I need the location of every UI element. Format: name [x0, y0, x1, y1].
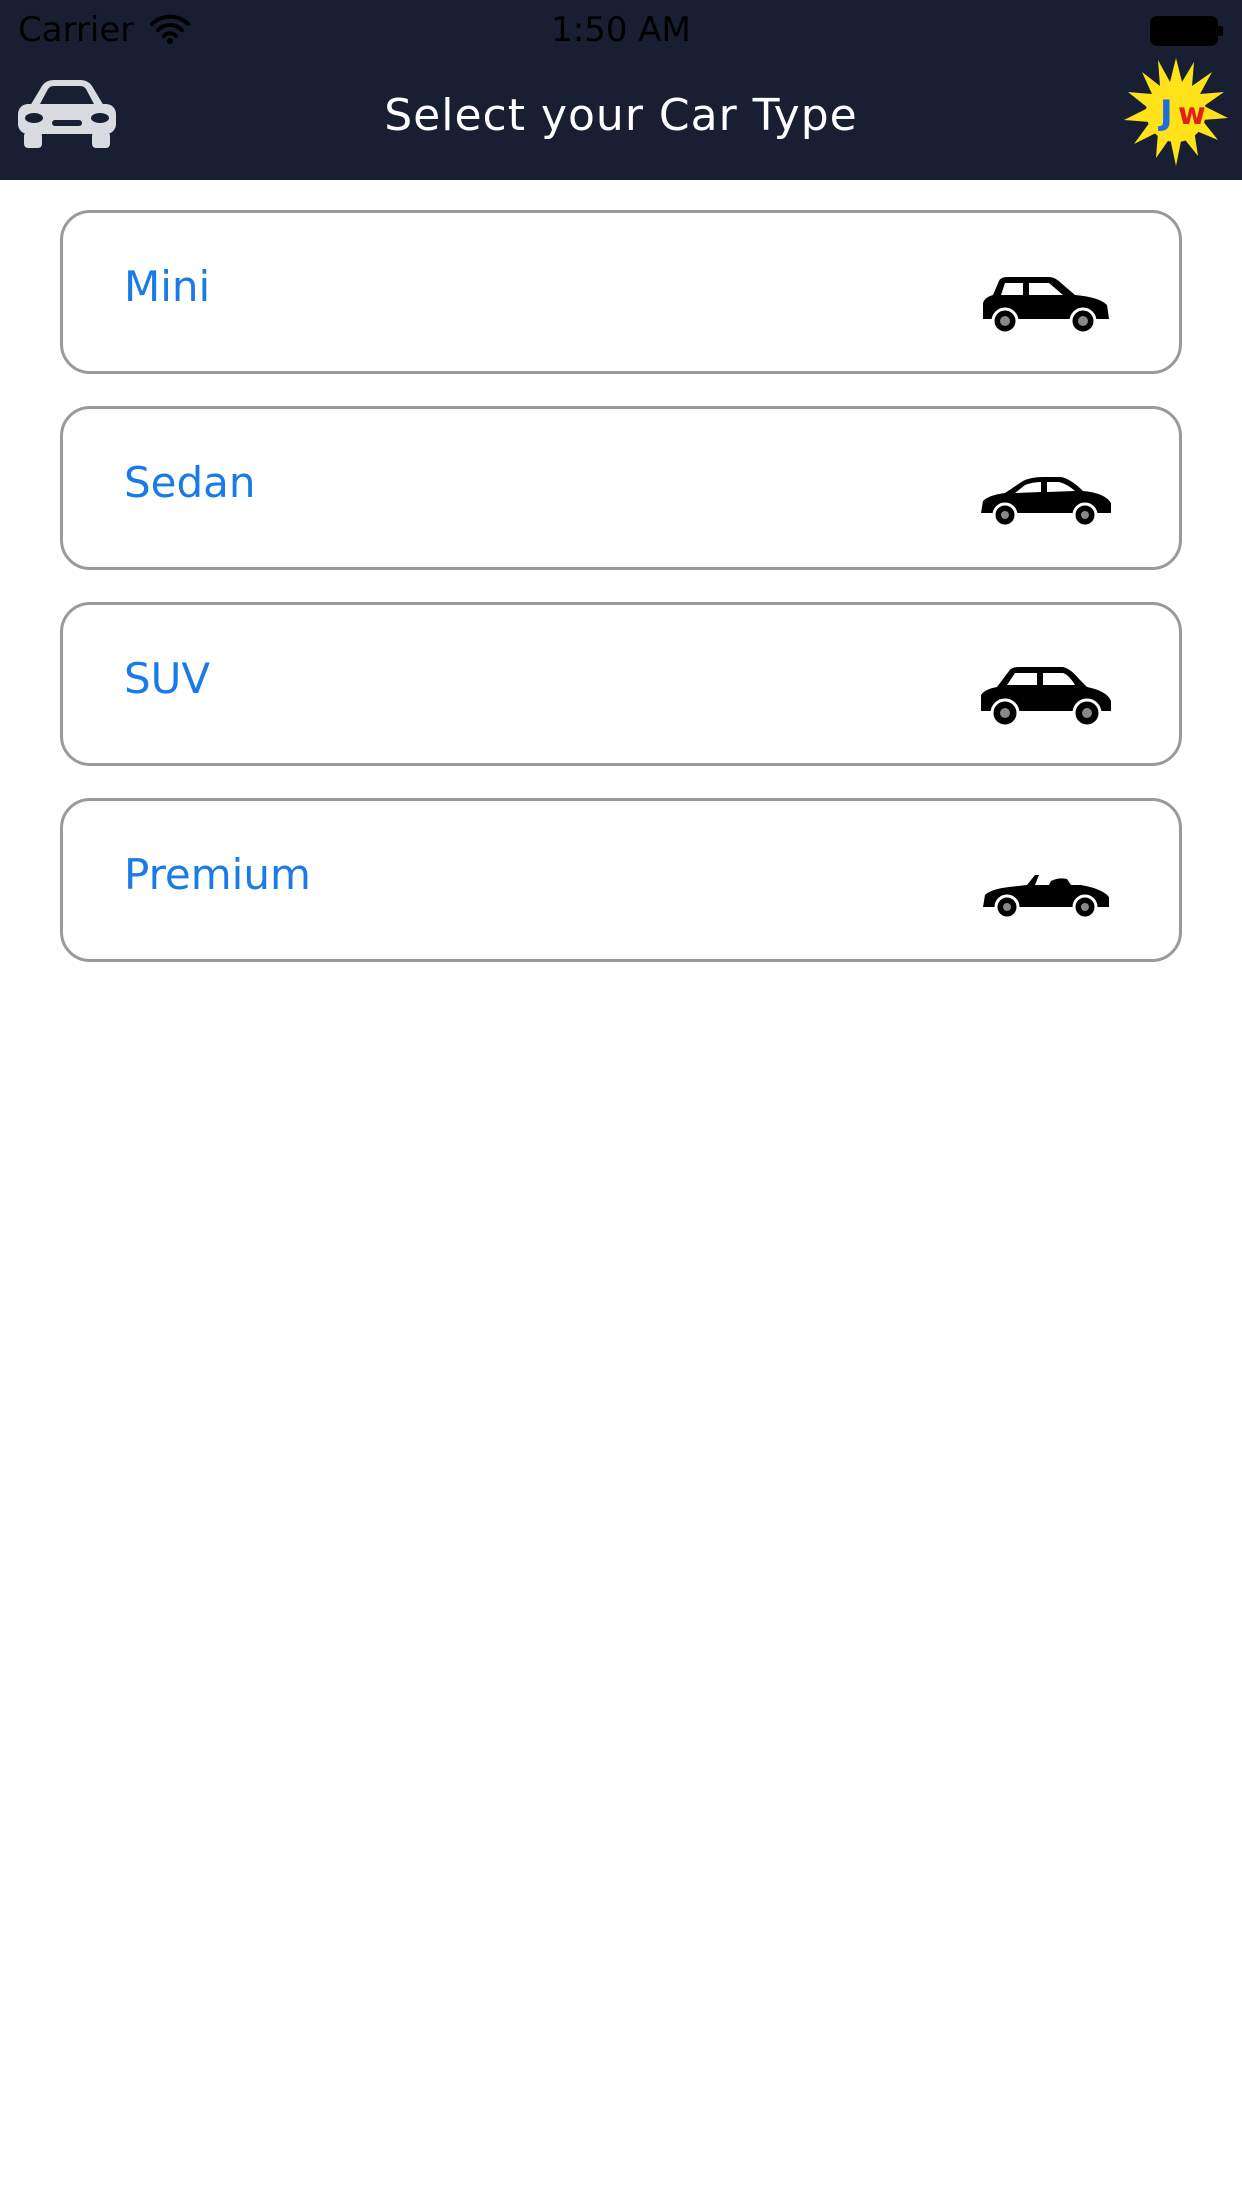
app-header: Carrier 1:50 AM Select your Car Type J w	[0, 0, 1242, 180]
svg-text:J: J	[1158, 93, 1173, 133]
car-type-label: Sedan	[124, 458, 256, 507]
hatchback-car-icon	[979, 273, 1113, 337]
car-type-screen: Carrier 1:50 AM Select your Car Type J w…	[0, 0, 1242, 2208]
svg-text:w: w	[1178, 97, 1206, 132]
car-type-label: Mini	[124, 262, 211, 311]
car-type-list: Mini Sedan SUV Premium	[60, 210, 1182, 994]
page-title: Select your Car Type	[384, 90, 858, 141]
sedan-car-icon	[979, 469, 1113, 533]
car-type-suv[interactable]: SUV	[60, 602, 1182, 766]
status-time: 1:50 AM	[551, 10, 691, 50]
status-bar: Carrier 1:50 AM	[0, 0, 1242, 60]
car-type-label: SUV	[124, 654, 211, 703]
nav-bar: Select your Car Type J w	[0, 58, 1242, 180]
car-type-premium[interactable]: Premium	[60, 798, 1182, 962]
convertible-car-icon	[979, 861, 1113, 925]
jw-logo[interactable]: J w	[1120, 48, 1232, 176]
battery-icon	[1150, 16, 1224, 46]
car-type-label: Premium	[124, 850, 311, 899]
car-type-mini[interactable]: Mini	[60, 210, 1182, 374]
suv-car-icon	[979, 665, 1113, 729]
car-type-sedan[interactable]: Sedan	[60, 406, 1182, 570]
